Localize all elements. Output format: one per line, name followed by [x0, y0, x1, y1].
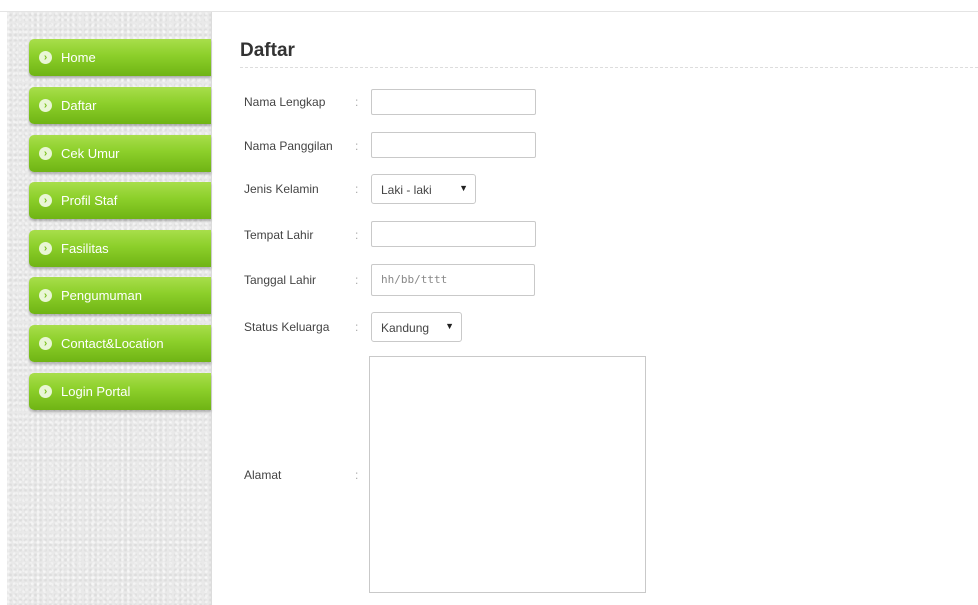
- chevron-right-circle-icon: ›: [39, 289, 52, 302]
- jenis-kelamin-value: Laki - laki: [381, 183, 432, 197]
- tanggal-lahir-input[interactable]: hh/bb/tttt: [371, 264, 535, 296]
- chevron-right-circle-icon: ›: [39, 51, 52, 64]
- tempat-lahir-label: Tempat Lahir: [244, 228, 314, 242]
- jenis-kelamin-label: Jenis Kelamin: [244, 182, 319, 196]
- field-separator: :: [355, 139, 359, 153]
- sidebar-item-label: Contact&Location: [61, 336, 164, 351]
- caret-down-icon: ▼: [445, 321, 454, 331]
- alamat-textarea[interactable]: [369, 356, 646, 593]
- chevron-right-circle-icon: ›: [39, 147, 52, 160]
- sidebar-item-label: Login Portal: [61, 384, 131, 399]
- tanggal-lahir-label: Tanggal Lahir: [244, 273, 317, 287]
- status-keluarga-select[interactable]: Kandung ▼: [371, 312, 462, 342]
- sidebar-item-daftar[interactable]: › Daftar: [29, 87, 211, 124]
- sidebar-item-label: Profil Staf: [61, 193, 118, 208]
- chevron-right-circle-icon: ›: [39, 194, 52, 207]
- field-separator: :: [355, 95, 359, 109]
- nama-panggilan-label: Nama Panggilan: [244, 139, 333, 153]
- nama-lengkap-input[interactable]: [371, 89, 536, 115]
- chevron-right-circle-icon: ›: [39, 337, 52, 350]
- chevron-right-circle-icon: ›: [39, 99, 52, 112]
- field-separator: :: [355, 228, 359, 242]
- chevron-right-circle-icon: ›: [39, 385, 52, 398]
- field-separator: :: [355, 182, 359, 196]
- field-separator: :: [355, 468, 359, 482]
- jenis-kelamin-select[interactable]: Laki - laki ▼: [371, 174, 476, 204]
- sidebar-item-login-portal[interactable]: › Login Portal: [29, 373, 211, 410]
- nama-lengkap-label: Nama Lengkap: [244, 95, 326, 109]
- tempat-lahir-input[interactable]: [371, 221, 536, 247]
- status-keluarga-value: Kandung: [381, 321, 430, 335]
- field-separator: :: [355, 273, 359, 287]
- sidebar-item-label: Daftar: [61, 98, 97, 113]
- sidebar-item-label: Fasilitas: [61, 241, 109, 256]
- sidebar-item-contact-location[interactable]: › Contact&Location: [29, 325, 211, 362]
- sidebar-item-home[interactable]: › Home: [29, 39, 211, 76]
- main-content: Daftar: [240, 40, 978, 68]
- sidebar-item-cek-umur[interactable]: › Cek Umur: [29, 135, 211, 172]
- sidebar: › Home › Daftar › Cek Umur › Profil Staf…: [7, 12, 212, 605]
- page-title: Daftar: [240, 40, 978, 68]
- chevron-right-circle-icon: ›: [39, 242, 52, 255]
- nama-panggilan-input[interactable]: [371, 132, 536, 158]
- sidebar-item-label: Cek Umur: [61, 146, 120, 161]
- field-separator: :: [355, 320, 359, 334]
- alamat-label: Alamat: [244, 468, 282, 482]
- sidebar-item-label: Home: [61, 50, 96, 65]
- sidebar-item-profil-staf[interactable]: › Profil Staf: [29, 182, 211, 219]
- caret-down-icon: ▼: [459, 183, 468, 193]
- sidebar-item-fasilitas[interactable]: › Fasilitas: [29, 230, 211, 267]
- status-keluarga-label: Status Keluarga: [244, 320, 330, 334]
- sidebar-item-pengumuman[interactable]: › Pengumuman: [29, 277, 211, 314]
- sidebar-item-label: Pengumuman: [61, 288, 142, 303]
